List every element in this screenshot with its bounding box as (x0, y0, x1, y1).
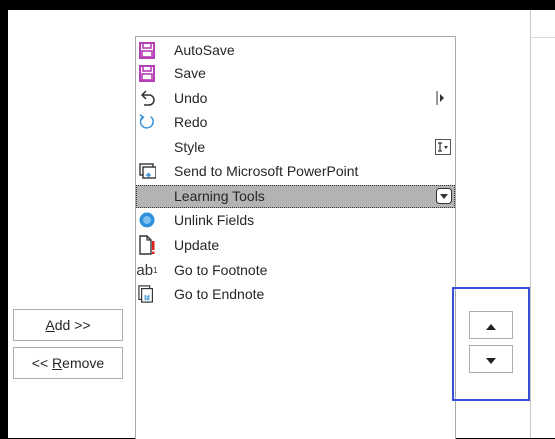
list-item-style[interactable]: Style (136, 136, 455, 159)
add-button-label: Add >> (45, 317, 91, 333)
list-item-label: Redo (174, 114, 208, 130)
remove-button[interactable]: << Remove (13, 347, 123, 379)
list-item-unlink-fields[interactable]: Unlink Fields (136, 209, 455, 232)
list-item-label: Undo (174, 90, 208, 106)
command-list[interactable]: AutoSave Save Undo Redo Style Send to Mi… (135, 36, 456, 439)
list-item-label: Learning Tools (174, 188, 265, 204)
list-item-label: Send to Microsoft PowerPoint (174, 163, 359, 179)
customize-quick-access-dialog: Add >> << Remove AutoSave Save Undo Redo… (8, 10, 555, 439)
list-item-label: Go to Footnote (174, 262, 268, 278)
undo-icon (138, 89, 156, 107)
redo-icon (138, 113, 156, 131)
list-item-label: Style (174, 139, 206, 155)
unlink-fields-icon (138, 211, 156, 229)
list-item-redo[interactable]: Redo (136, 111, 455, 134)
list-item-label: Go to Endnote (174, 286, 265, 302)
expand-arrow-icon (436, 91, 446, 105)
style-dropdown-icon (435, 139, 451, 155)
dropdown-icon (436, 188, 452, 204)
list-item-autosave[interactable]: AutoSave (136, 39, 455, 62)
list-item-label: Save (174, 65, 206, 81)
endnote-icon (138, 285, 156, 303)
side-panel (531, 10, 555, 438)
footnote-icon: ab 1 (136, 261, 158, 279)
list-item-label: Unlink Fields (174, 212, 255, 228)
list-item-label: Update (174, 237, 220, 253)
save-icon (138, 64, 156, 82)
side-panel-divider (531, 37, 555, 38)
autosave-icon (138, 41, 156, 59)
list-item-send-to-powerpoint[interactable]: Send to Microsoft PowerPoint (136, 160, 455, 183)
update-icon (138, 235, 156, 255)
list-item-undo[interactable]: Undo (136, 87, 455, 110)
list-item-label: AutoSave (174, 42, 235, 58)
list-item-save[interactable]: Save (136, 62, 455, 85)
list-item-learning-tools[interactable]: Learning Tools (136, 185, 455, 208)
list-item-update[interactable]: Update (136, 234, 455, 257)
powerpoint-send-icon (138, 162, 156, 180)
list-item-go-to-endnote[interactable]: Go to Endnote (136, 283, 455, 306)
highlight-box (452, 287, 530, 401)
remove-button-label: << Remove (31, 355, 105, 371)
list-item-go-to-footnote[interactable]: ab 1 Go to Footnote (136, 259, 455, 282)
add-button[interactable]: Add >> (13, 309, 123, 341)
